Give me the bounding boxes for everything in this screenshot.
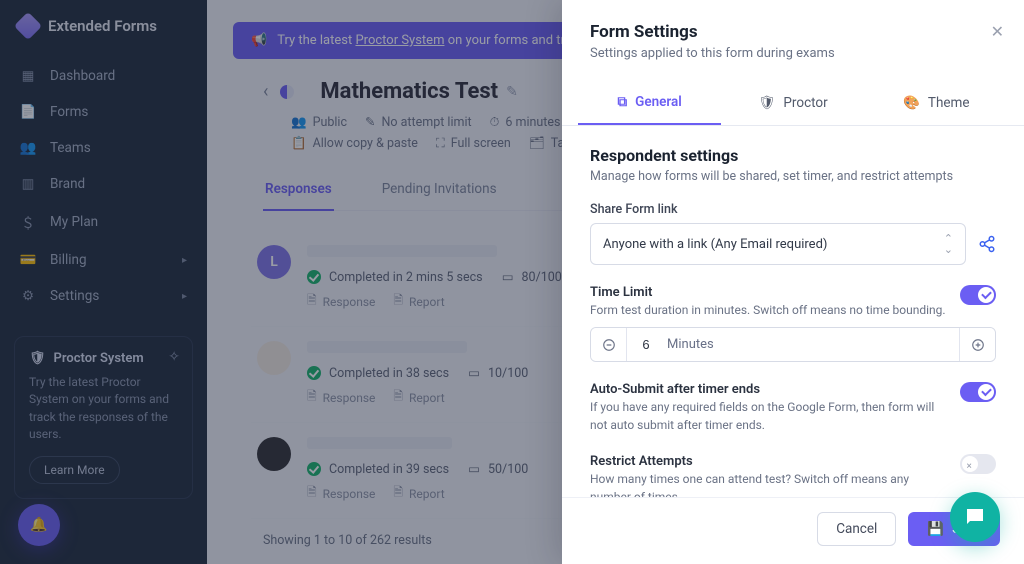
save-icon: 💾 xyxy=(927,521,944,537)
tab-proctor[interactable]: 🛡 Proctor xyxy=(721,81,864,125)
restrict-toggle[interactable] xyxy=(960,454,996,474)
time-limit-label: Time Limit xyxy=(590,285,946,300)
share-link-select[interactable]: Anyone with a link (Any Email required) … xyxy=(590,223,966,265)
panel-title: Form Settings xyxy=(590,22,996,42)
section-title: Respondent settings xyxy=(590,146,996,165)
tab-general[interactable]: ⧉ General xyxy=(578,81,721,125)
panel-tabs: ⧉ General 🛡 Proctor 🎨 Theme xyxy=(562,81,1024,126)
panel-subtitle: Settings applied to this form during exa… xyxy=(590,46,996,61)
share-label: Share Form link xyxy=(590,202,996,217)
code-icon: ⧉ xyxy=(618,94,628,110)
autosubmit-label: Auto-Submit after timer ends xyxy=(590,382,946,397)
chat-fab[interactable] xyxy=(950,492,1000,542)
palette-icon: 🎨 xyxy=(903,95,920,111)
autosubmit-toggle[interactable] xyxy=(960,382,996,402)
time-limit-input[interactable] xyxy=(627,328,665,361)
decrement-button[interactable] xyxy=(591,328,627,361)
autosubmit-desc: If you have any required fields on the G… xyxy=(590,399,946,434)
share-button[interactable] xyxy=(978,235,996,253)
form-settings-panel: Form Settings Settings applied to this f… xyxy=(562,0,1024,564)
chevron-updown-icon: ⌃⌄ xyxy=(944,233,953,255)
tab-theme[interactable]: 🎨 Theme xyxy=(865,81,1008,125)
time-limit-toggle[interactable] xyxy=(960,285,996,305)
cancel-button[interactable]: Cancel xyxy=(817,512,896,546)
time-limit-desc: Form test duration in minutes. Switch of… xyxy=(590,302,946,319)
restrict-label: Restrict Attempts xyxy=(590,454,946,469)
shield-icon: 🛡 xyxy=(758,95,775,111)
time-limit-stepper: Minutes xyxy=(590,327,996,362)
time-limit-unit: Minutes xyxy=(665,328,959,361)
increment-button[interactable] xyxy=(959,328,995,361)
section-subtitle: Manage how forms will be shared, set tim… xyxy=(590,169,996,184)
select-value: Anyone with a link (Any Email required) xyxy=(603,237,827,252)
close-panel-button[interactable]: ✕ xyxy=(991,22,1004,41)
restrict-desc: How many times one can attend test? Swit… xyxy=(590,471,946,497)
